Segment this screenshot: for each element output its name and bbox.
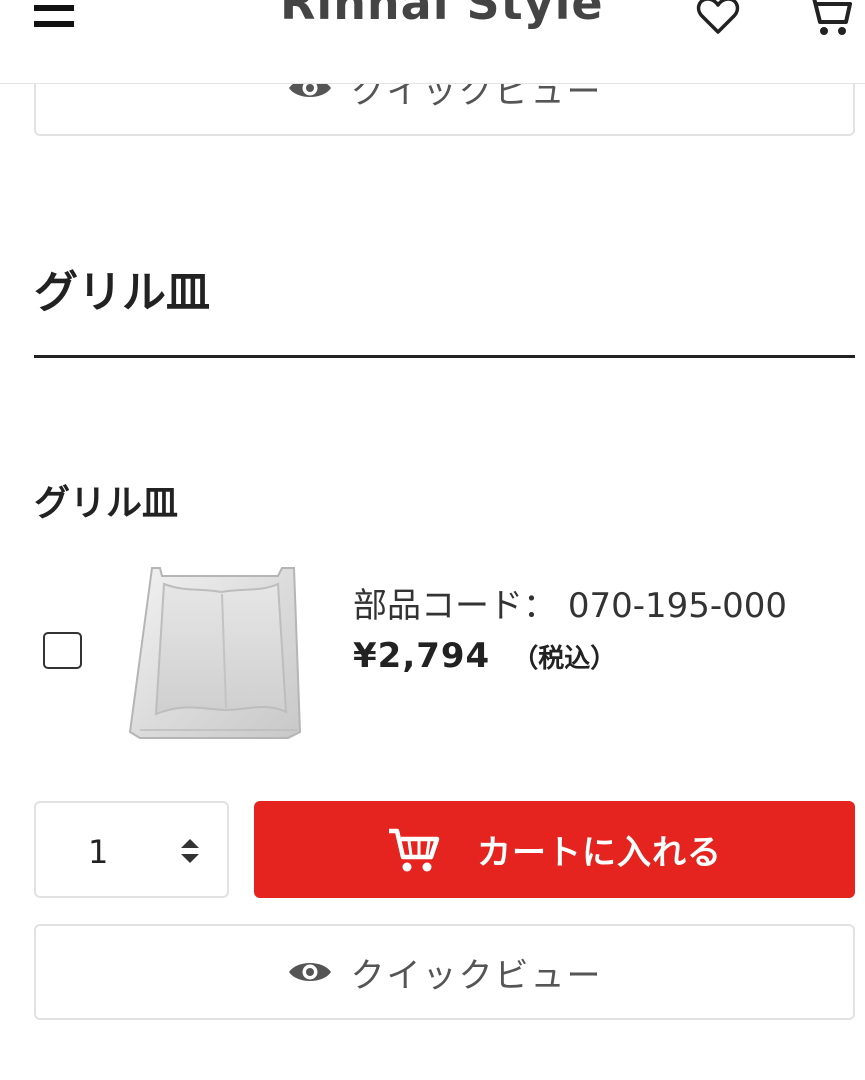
site-header: Rinnai Style: [0, 0, 865, 84]
cart-icon[interactable]: [804, 0, 854, 38]
quantity-value: 1: [88, 833, 109, 871]
stepper-arrows-icon[interactable]: [179, 837, 201, 865]
price-row: ¥2,794 （税込）: [353, 636, 616, 676]
quick-view-button[interactable]: クイックビュー: [34, 924, 855, 1020]
quick-view-label: クイックビュー: [350, 955, 603, 996]
heart-icon[interactable]: [696, 0, 740, 36]
grill-pan-image: [128, 567, 302, 739]
part-code-label: 部品コード：: [353, 586, 557, 626]
section-divider: [34, 355, 855, 358]
cart-icon: [389, 828, 440, 871]
quantity-stepper[interactable]: 1: [34, 801, 229, 898]
add-to-cart-button[interactable]: カートに入れる: [254, 801, 855, 898]
section-title: グリル皿: [34, 267, 210, 318]
part-code-value: 070-195-000: [567, 586, 788, 626]
product-name: グリル皿: [34, 483, 179, 524]
eye-icon: [288, 963, 331, 981]
site-logo[interactable]: Rinnai Style: [280, 0, 604, 30]
product-select-checkbox[interactable]: [43, 632, 82, 669]
hamburger-menu-icon[interactable]: [34, 5, 74, 31]
add-to-cart-label: カートに入れる: [477, 833, 722, 873]
part-code: 部品コード： 070-195-000: [353, 578, 787, 627]
tax-note: （税込）: [512, 644, 617, 674]
product-price: ¥2,794: [353, 636, 491, 676]
